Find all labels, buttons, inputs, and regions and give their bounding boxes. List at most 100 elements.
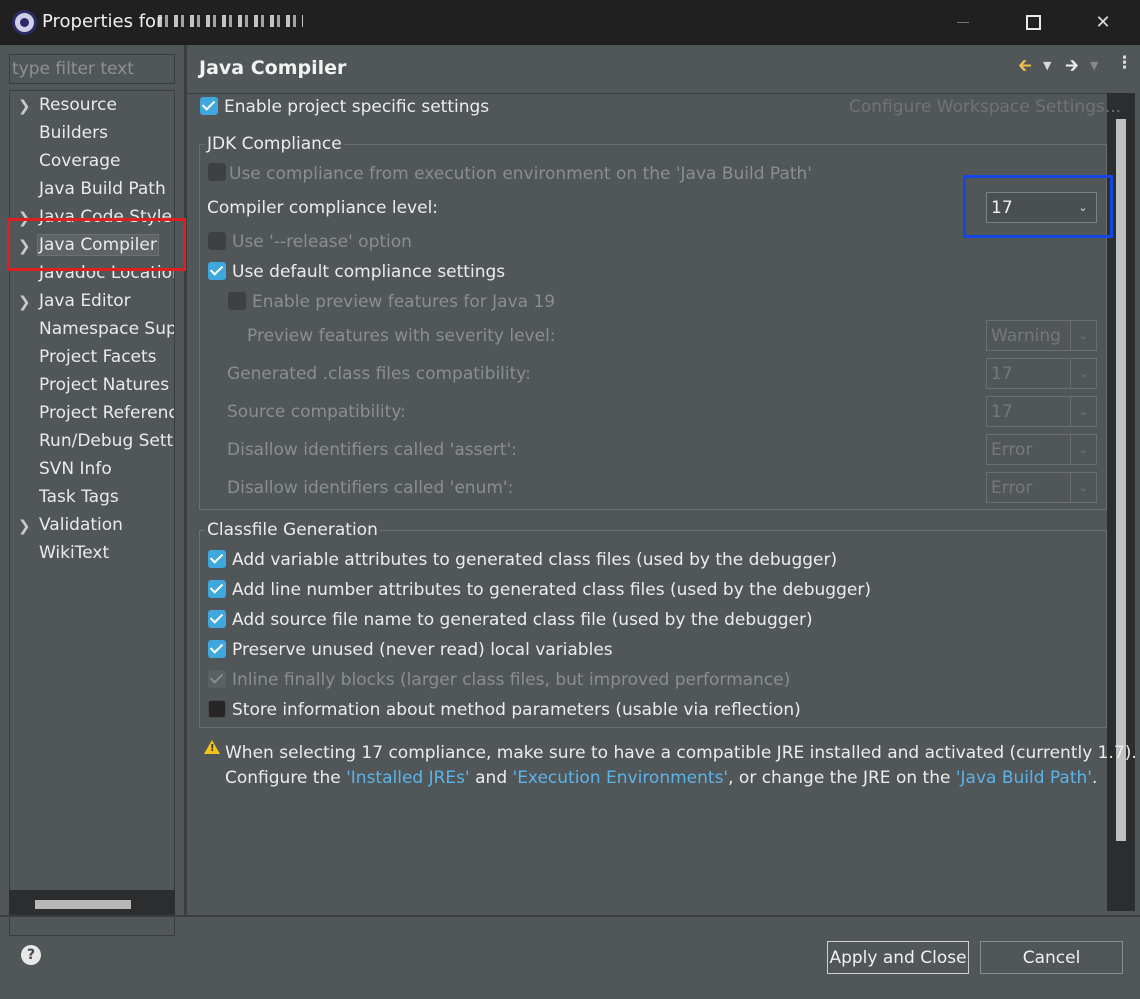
use-default-compliance-label[interactable]: Use default compliance settings bbox=[232, 262, 505, 282]
use-release-checkbox[interactable] bbox=[208, 232, 226, 250]
add-line-number-label[interactable]: Add line number attributes to generated … bbox=[232, 580, 871, 600]
arrow-left-icon[interactable]: 🡰 bbox=[1018, 53, 1032, 82]
chevron-down-icon: ⌄ bbox=[1070, 359, 1096, 388]
chevron-down-icon: ⌄ bbox=[1070, 435, 1096, 464]
warning-text: , or change the JRE on the bbox=[728, 768, 956, 788]
footer-separator bbox=[0, 915, 1140, 917]
enable-preview-checkbox[interactable] bbox=[228, 292, 246, 310]
jdk-compliance-title: JDK Compliance bbox=[205, 134, 344, 154]
chevron-down-icon: ⌄ bbox=[1070, 397, 1096, 426]
scrollbar-thumb[interactable] bbox=[1116, 119, 1126, 841]
help-icon[interactable]: ? bbox=[21, 945, 41, 965]
add-variable-attributes-label[interactable]: Add variable attributes to generated cla… bbox=[232, 550, 837, 570]
chevron-right-icon[interactable]: ❯ bbox=[18, 517, 31, 535]
enum-identifier-select[interactable]: Error ⌄ bbox=[986, 472, 1097, 503]
chevron-down-icon: ⌄ bbox=[1070, 321, 1096, 350]
apply-and-close-button[interactable]: Apply and Close bbox=[827, 941, 969, 974]
java-build-path-link[interactable]: 'Java Build Path' bbox=[956, 768, 1092, 788]
installed-jres-link[interactable]: 'Installed JREs' bbox=[346, 768, 470, 788]
tree-item-run-debug-settings[interactable]: Run/Debug Settings bbox=[10, 428, 174, 456]
warning-icon: ! bbox=[204, 740, 220, 754]
enum-identifier-label: Disallow identifiers called 'enum': bbox=[227, 478, 514, 498]
store-method-params-label[interactable]: Store information about method parameter… bbox=[232, 700, 801, 720]
warning-text: and bbox=[469, 768, 513, 788]
classfile-generation-title: Classfile Generation bbox=[205, 520, 380, 540]
tree-item-java-code-style[interactable]: ❯ Java Code Style bbox=[10, 204, 174, 232]
tree-item-project-references[interactable]: Project References bbox=[10, 400, 174, 428]
use-default-compliance-checkbox[interactable] bbox=[208, 262, 226, 280]
tree-item-wikitext[interactable]: WikiText bbox=[10, 540, 174, 568]
tree-item-validation[interactable]: ❯ Validation bbox=[10, 512, 174, 540]
warning-text-line1: When selecting 17 compliance, make sure … bbox=[225, 743, 1137, 763]
chevron-down-icon: ⌄ bbox=[1070, 473, 1096, 502]
add-line-number-checkbox[interactable] bbox=[208, 580, 226, 598]
tree-item-project-facets[interactable]: Project Facets bbox=[10, 344, 174, 372]
tree-horizontal-scrollbar[interactable] bbox=[9, 890, 175, 916]
tree-item-project-natures[interactable]: Project Natures bbox=[10, 372, 174, 400]
preview-severity-label: Preview features with severity level: bbox=[247, 326, 556, 346]
enable-project-specific-label[interactable]: Enable project specific settings bbox=[224, 97, 489, 117]
use-release-label: Use '--release' option bbox=[232, 232, 412, 252]
chevron-right-icon[interactable]: ❯ bbox=[18, 209, 31, 227]
chevron-down-icon[interactable]: ▼ bbox=[1043, 59, 1051, 72]
tree-item-svn-info[interactable]: SVN Info bbox=[10, 456, 174, 484]
tree-item-java-editor[interactable]: ❯ Java Editor bbox=[10, 288, 174, 316]
title-bar: Properties for ✕ bbox=[0, 0, 1140, 45]
source-compat-label: Source compatibility: bbox=[227, 402, 406, 422]
add-source-file-label[interactable]: Add source file name to generated class … bbox=[232, 610, 813, 630]
scrollbar-thumb[interactable] bbox=[35, 900, 131, 909]
window-title: Properties for bbox=[42, 11, 164, 32]
eclipse-icon bbox=[12, 10, 37, 35]
inline-finally-label: Inline finally blocks (larger class file… bbox=[232, 670, 791, 690]
source-compat-select[interactable]: 17 ⌄ bbox=[986, 396, 1097, 427]
maximize-button[interactable] bbox=[998, 0, 1068, 45]
tree-item-java-compiler[interactable]: ❯ Java Compiler bbox=[10, 232, 174, 260]
tree-item-namespace-support[interactable]: Namespace Support bbox=[10, 316, 174, 344]
inline-finally-checkbox[interactable] bbox=[208, 670, 226, 688]
chevron-right-icon[interactable]: ❯ bbox=[18, 293, 31, 311]
preserve-unused-label[interactable]: Preserve unused (never read) local varia… bbox=[232, 640, 613, 660]
view-menu-icon[interactable]: ⋮ bbox=[1116, 53, 1133, 73]
use-exec-env-label: Use compliance from execution environmen… bbox=[229, 164, 812, 184]
chevron-right-icon[interactable]: ❯ bbox=[18, 237, 31, 255]
chevron-right-icon[interactable]: ❯ bbox=[18, 97, 31, 115]
assert-identifier-label: Disallow identifiers called 'assert': bbox=[227, 440, 517, 460]
tree-item-builders[interactable]: Builders bbox=[10, 120, 174, 148]
configure-workspace-link[interactable]: Configure Workspace Settings... bbox=[849, 97, 1121, 117]
tree-item-task-tags[interactable]: Task Tags bbox=[10, 484, 174, 512]
add-variable-attributes-checkbox[interactable] bbox=[208, 550, 226, 568]
compliance-level-select[interactable]: 17 ⌄ bbox=[986, 192, 1097, 223]
warning-text: Configure the bbox=[225, 768, 347, 788]
execution-environments-link[interactable]: 'Execution Environments' bbox=[513, 768, 729, 788]
tree-item-java-build-path[interactable]: Java Build Path bbox=[10, 176, 174, 204]
vertical-scrollbar[interactable] bbox=[1107, 93, 1135, 911]
enable-project-specific-checkbox[interactable] bbox=[200, 97, 218, 115]
use-exec-env-checkbox[interactable] bbox=[208, 163, 226, 181]
add-source-file-checkbox[interactable] bbox=[208, 610, 226, 628]
minimize-icon bbox=[957, 22, 969, 23]
chevron-down-icon[interactable]: ▼ bbox=[1090, 59, 1098, 72]
filter-input[interactable] bbox=[9, 54, 175, 84]
preserve-unused-checkbox[interactable] bbox=[208, 640, 226, 658]
enable-preview-label: Enable preview features for Java 19 bbox=[252, 292, 556, 312]
page-title: Java Compiler bbox=[199, 57, 347, 79]
warning-text-line2: Configure the 'Installed JREs' and 'Exec… bbox=[225, 768, 1097, 788]
tree-item-coverage[interactable]: Coverage bbox=[10, 148, 174, 176]
redacted-project-name bbox=[158, 15, 303, 27]
generated-compat-select[interactable]: 17 ⌄ bbox=[986, 358, 1097, 389]
warning-text: . bbox=[1091, 768, 1098, 788]
tree-item-resource[interactable]: ❯ Resource bbox=[10, 92, 174, 120]
compliance-level-label: Compiler compliance level: bbox=[207, 198, 439, 218]
chevron-down-icon: ⌄ bbox=[1078, 201, 1088, 214]
property-tree: ❯ Resource Builders Coverage Java Build P… bbox=[9, 90, 175, 936]
preview-severity-select[interactable]: Warning ⌄ bbox=[986, 320, 1097, 351]
generated-compat-label: Generated .class files compatibility: bbox=[227, 364, 531, 384]
minimize-button[interactable] bbox=[928, 0, 998, 45]
tree-item-javadoc-location[interactable]: Javadoc Location bbox=[10, 260, 174, 288]
arrow-right-icon[interactable]: 🡲 bbox=[1065, 53, 1079, 82]
close-button[interactable]: ✕ bbox=[1068, 0, 1138, 45]
maximize-icon bbox=[1025, 15, 1041, 30]
store-method-params-checkbox[interactable] bbox=[208, 700, 226, 718]
cancel-button[interactable]: Cancel bbox=[980, 941, 1123, 974]
assert-identifier-select[interactable]: Error ⌄ bbox=[986, 434, 1097, 465]
